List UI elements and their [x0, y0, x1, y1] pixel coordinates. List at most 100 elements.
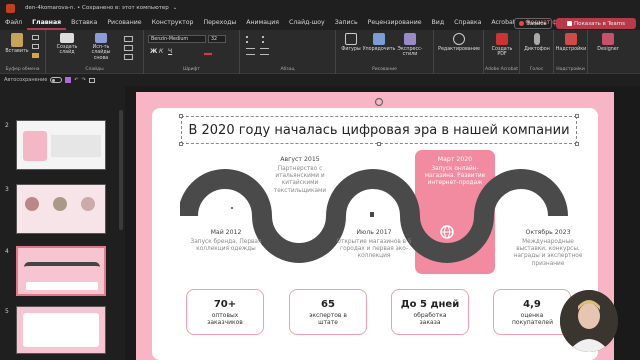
- slide-thumbnail-4[interactable]: [16, 246, 106, 296]
- search-icon: [453, 33, 465, 45]
- stat-caption: оценка покупателей: [512, 312, 553, 327]
- stat-card: 70+ оптовых заказчиков: [186, 289, 264, 335]
- slide-thumbnail-3[interactable]: [16, 184, 106, 234]
- bold-icon[interactable]: Ж: [150, 48, 157, 55]
- quick-access-toolbar: Автосохранение ↶ ↷: [0, 74, 640, 86]
- slide-thumbnail-5[interactable]: [16, 306, 106, 354]
- ribbon: Вставить Буфер обмена Создать слайд Исп-…: [0, 30, 640, 74]
- record-icon: [519, 21, 525, 26]
- underline-icon[interactable]: Ч: [168, 48, 172, 55]
- bullets-icon[interactable]: [246, 36, 256, 43]
- acrobat-group-label: Adobe Acrobat: [484, 67, 519, 72]
- layout-icon[interactable]: [124, 36, 133, 42]
- thumb-2-art: [51, 135, 101, 157]
- font-size-select[interactable]: 32: [208, 35, 226, 43]
- dictate-button[interactable]: Диктофон: [523, 33, 551, 52]
- tab-slideshow[interactable]: Слайд-шоу: [284, 16, 330, 30]
- handshake-icon: [292, 226, 310, 238]
- tab-design[interactable]: Конструктор: [147, 16, 199, 30]
- milestone-desc: Партнерство с итальянскими и китайскими …: [273, 166, 327, 194]
- slide-title-box[interactable]: В 2020 году началась цифровая эра в наше…: [181, 116, 577, 144]
- webcam-overlay: [560, 290, 618, 352]
- record-button[interactable]: Запись: [514, 18, 552, 29]
- reset-icon[interactable]: [124, 45, 133, 51]
- selection-handle[interactable]: [179, 142, 183, 146]
- addins-button[interactable]: Надстройки: [556, 33, 586, 52]
- tab-animations[interactable]: Анимация: [241, 16, 284, 30]
- quick-styles-button[interactable]: Экспресс-стили: [396, 33, 424, 58]
- save-icon[interactable]: [65, 77, 72, 83]
- undo-icon[interactable]: ↶: [74, 77, 78, 83]
- clipboard-group-label: Буфер обмена: [5, 67, 40, 72]
- share-teams-label: Показать в Teams: [573, 20, 626, 27]
- title-dropdown-icon[interactable]: ⌄: [173, 5, 178, 11]
- rocket-icon: [225, 205, 235, 215]
- new-slide-button[interactable]: Создать слайд: [54, 33, 80, 56]
- tab-transitions[interactable]: Переходы: [198, 16, 241, 30]
- editing-label: Редактирование: [438, 47, 480, 52]
- font-name-select[interactable]: Benzin-Medium: [148, 35, 206, 43]
- designer-button[interactable]: Designer: [592, 33, 624, 52]
- share-teams-button[interactable]: Показать в Teams: [556, 18, 636, 29]
- slide-title: В 2020 году началась цифровая эра в наше…: [188, 122, 570, 138]
- arrange-icon: [373, 33, 385, 45]
- slide-thumbnail-2[interactable]: [16, 120, 106, 170]
- tab-review[interactable]: Рецензирование: [363, 16, 427, 30]
- editing-group: Редактирование: [434, 30, 484, 74]
- selection-handle[interactable]: [377, 142, 381, 146]
- tab-file[interactable]: Файл: [0, 16, 27, 30]
- timeline-segment: [400, 215, 494, 263]
- thumb-number: 5: [5, 308, 9, 315]
- document-title[interactable]: den-4komarova-n. • Сохранено в: этот ком…: [25, 5, 169, 11]
- tab-help[interactable]: Справка: [449, 16, 486, 30]
- rotate-handle-icon[interactable]: [374, 97, 384, 107]
- tab-record[interactable]: Запись: [330, 16, 363, 30]
- format-painter-icon[interactable]: [32, 53, 39, 58]
- stat-value: 70+: [213, 299, 237, 310]
- drawing-group: Фигуры Упорядочить Экспресс-стили Рисова…: [336, 30, 434, 74]
- thumb-number: 2: [5, 122, 9, 129]
- autosave-label: Автосохранение: [4, 77, 48, 83]
- addins-label: Надстройки: [555, 47, 587, 52]
- stat-caption: экспертов в штате: [309, 312, 347, 327]
- autosave-toggle[interactable]: [50, 77, 63, 83]
- cut-icon[interactable]: [32, 35, 39, 40]
- redo-icon[interactable]: ↷: [82, 77, 86, 83]
- tab-draw[interactable]: Рисование: [102, 16, 146, 30]
- tab-insert[interactable]: Вставка: [66, 16, 102, 30]
- thumb-2-art: [23, 131, 47, 161]
- create-pdf-button[interactable]: Создать PDF: [488, 33, 516, 58]
- presenter-avatar: [560, 290, 618, 352]
- tab-view[interactable]: Вид: [427, 16, 450, 30]
- tab-home[interactable]: Главная: [27, 16, 67, 30]
- thumb-number: 3: [5, 186, 9, 193]
- drawing-group-label: Рисование: [372, 67, 397, 72]
- dictate-label: Диктофон: [524, 47, 550, 52]
- thumbnails-scrollbar[interactable]: [119, 110, 123, 230]
- start-slideshow-icon[interactable]: [88, 77, 95, 83]
- italic-icon[interactable]: К: [159, 48, 163, 55]
- timeline-segment: [180, 169, 272, 217]
- selection-handle[interactable]: [575, 142, 579, 146]
- font-group: Benzin-Medium 32 Ж К Ч Шрифт: [144, 30, 240, 74]
- milestone-date: Август 2015: [280, 156, 320, 163]
- stat-caption: оптовых заказчиков: [207, 312, 243, 327]
- selection-handle[interactable]: [179, 114, 183, 118]
- shapes-button[interactable]: Фигуры: [340, 33, 362, 52]
- powerpoint-logo-icon: [6, 3, 15, 13]
- font-color-icon[interactable]: [204, 48, 212, 55]
- reuse-slides-button[interactable]: Исп-ть слайды снова: [84, 33, 118, 61]
- voice-group-label: Голос: [529, 67, 544, 72]
- paste-button[interactable]: Вставить: [5, 33, 29, 54]
- align-left-icon[interactable]: [246, 48, 255, 55]
- align-center-icon[interactable]: [260, 48, 269, 55]
- new-slide-icon: [60, 33, 74, 43]
- editing-button[interactable]: Редактирование: [438, 33, 480, 52]
- arrange-button[interactable]: Упорядочить: [363, 33, 395, 52]
- create-pdf-label: Создать PDF: [491, 47, 513, 58]
- designer-group: Designer: [588, 30, 628, 74]
- copy-icon[interactable]: [32, 44, 39, 49]
- selection-handle[interactable]: [575, 114, 579, 118]
- section-icon[interactable]: [124, 54, 133, 60]
- numbering-icon[interactable]: [262, 36, 272, 43]
